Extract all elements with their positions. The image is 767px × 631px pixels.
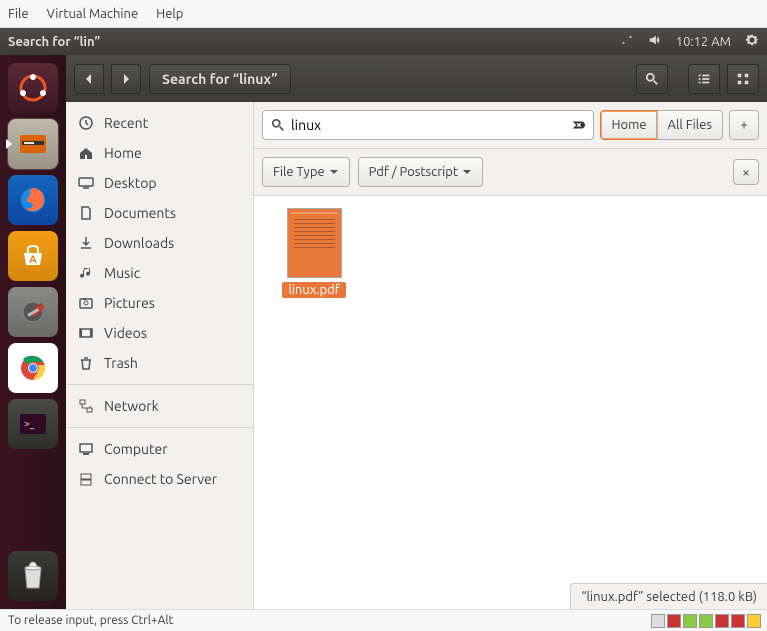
sidebar-computer[interactable]: Computer [66, 434, 253, 464]
sidebar-separator [66, 427, 253, 428]
search-bar: Home All Files + [254, 102, 767, 149]
search-button[interactable] [636, 64, 668, 94]
location-bar[interactable]: Search for “linux” [149, 64, 291, 94]
clock[interactable]: 10:12 AM [676, 35, 731, 49]
file-item[interactable]: linux.pdf [266, 208, 362, 298]
sidebar-downloads[interactable]: Downloads [66, 228, 253, 258]
launcher-settings[interactable] [8, 287, 58, 337]
gear-icon[interactable] [745, 33, 759, 50]
launcher-files[interactable] [8, 119, 58, 169]
svg-text:>_: >_ [24, 418, 35, 429]
search-icon [271, 118, 285, 132]
sidebar-label: Pictures [104, 295, 155, 311]
vm-menu-help[interactable]: Help [156, 7, 183, 21]
network-icon[interactable] [620, 33, 634, 50]
launcher-software[interactable]: A [8, 231, 58, 281]
status-bar: “linux.pdf” selected (118.0 kB) [570, 583, 767, 609]
filter-filetype-button[interactable]: File Type [262, 157, 350, 187]
vm-hint: To release input, press Ctrl+Alt [8, 614, 173, 627]
chevron-down-icon [462, 167, 472, 177]
volume-icon[interactable] [648, 33, 662, 50]
view-grid-button[interactable] [727, 64, 759, 94]
sidebar-label: Downloads [104, 235, 174, 251]
vm-statusbar: To release input, press Ctrl+Alt [0, 609, 767, 631]
chevron-down-icon [329, 167, 339, 177]
sidebar-recent[interactable]: Recent [66, 108, 253, 138]
sidebar-label: Recent [104, 115, 148, 131]
launcher-chrome[interactable] [8, 343, 58, 393]
add-scope-button[interactable]: + [729, 110, 759, 140]
top-panel: Search for “lin” 10:12 AM [0, 28, 767, 55]
sidebar-label: Documents [104, 205, 176, 221]
filter-pdf-button[interactable]: Pdf / Postscript [358, 157, 483, 187]
unity-launcher: A >_ [0, 55, 66, 609]
search-input[interactable] [291, 117, 565, 133]
sidebar-separator [66, 384, 253, 385]
sidebar-documents[interactable]: Documents [66, 198, 253, 228]
vm-menu-virtualmachine[interactable]: Virtual Machine [47, 7, 139, 21]
back-button[interactable] [74, 64, 104, 94]
view-list-button[interactable] [688, 64, 720, 94]
sidebar-label: Videos [104, 325, 147, 341]
vm-device-icons[interactable] [651, 614, 761, 628]
sidebar-desktop[interactable]: Desktop [66, 168, 253, 198]
sidebar-network[interactable]: Network [66, 391, 253, 421]
launcher-dash[interactable] [8, 63, 58, 113]
scope-allfiles-button[interactable]: All Files [657, 110, 723, 140]
clear-icon[interactable] [571, 118, 585, 132]
sidebar-pictures[interactable]: Pictures [66, 288, 253, 318]
sidebar-label: Home [104, 145, 142, 161]
sidebar-home[interactable]: Home [66, 138, 253, 168]
sidebar-label: Computer [104, 441, 168, 457]
sidebar-connect-server[interactable]: Connect to Server [66, 464, 253, 494]
file-label: linux.pdf [282, 282, 345, 298]
files-pane: Home All Files + File Type Pdf / Postscr… [254, 102, 767, 609]
sidebar-videos[interactable]: Videos [66, 318, 253, 348]
file-grid[interactable]: linux.pdf [254, 196, 767, 609]
sidebar-music[interactable]: Music [66, 258, 253, 288]
window-title: Search for “lin” [8, 35, 620, 49]
sidebar-label: Music [104, 265, 140, 281]
launcher-firefox[interactable] [8, 175, 58, 225]
sidebar-label: Trash [104, 355, 138, 371]
sidebar-label: Network [104, 398, 159, 414]
filter-close-button[interactable]: × [733, 159, 759, 185]
nautilus-window: Search for “linux” Recent Home Desktop D… [66, 55, 767, 609]
sidebar-label: Connect to Server [104, 471, 217, 487]
launcher-terminal[interactable]: >_ [8, 399, 58, 449]
toolbar: Search for “linux” [66, 55, 767, 102]
vm-menubar[interactable]: File Virtual Machine Help [0, 0, 767, 28]
search-input-wrap[interactable] [262, 110, 594, 140]
places-sidebar: Recent Home Desktop Documents Downloads … [66, 102, 254, 609]
forward-button[interactable] [111, 64, 141, 94]
launcher-trash[interactable] [8, 551, 58, 601]
svg-text:A: A [29, 254, 37, 266]
sidebar-trash[interactable]: Trash [66, 348, 253, 378]
scope-home-button[interactable]: Home [600, 110, 657, 140]
file-thumbnail [287, 208, 342, 278]
filter-bar: File Type Pdf / Postscript × [254, 149, 767, 196]
vm-menu-file[interactable]: File [8, 7, 29, 21]
sidebar-label: Desktop [104, 175, 157, 191]
